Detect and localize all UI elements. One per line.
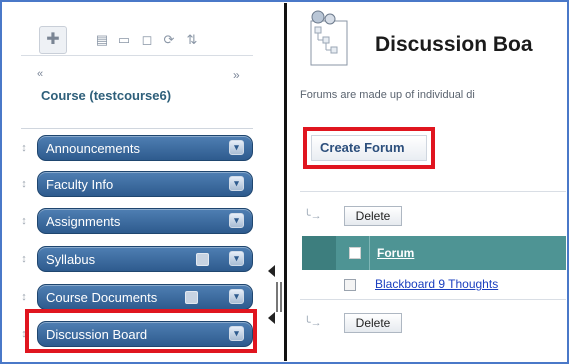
menu-pill[interactable]: Course Documents ▾ bbox=[37, 284, 253, 310]
select-all-checkbox[interactable] bbox=[349, 247, 361, 259]
menu-item-label: Announcements bbox=[46, 141, 140, 156]
row-checkbox[interactable] bbox=[344, 279, 356, 291]
folder-view-icon[interactable]: ▭ bbox=[115, 31, 133, 49]
bottom-action-bar: ╰→ Delete bbox=[302, 310, 566, 336]
menu-item-course-documents[interactable]: ↕ Course Documents ▾ bbox=[19, 284, 255, 310]
course-menu-panel: ✚ ▤ ▭ ◻ ⟳ ⇅ « » Course (testcourse6) ↕ An… bbox=[3, 3, 265, 361]
menu-item-assignments[interactable]: ↕ Assignments ▾ bbox=[19, 208, 255, 234]
course-menu-toolbar: ✚ ▤ ▭ ◻ ⟳ ⇅ bbox=[23, 25, 265, 55]
drag-handle-icon[interactable]: ↕ bbox=[19, 140, 29, 156]
collapse-left-triangle-icon[interactable] bbox=[268, 265, 275, 277]
window-icon[interactable]: ◻ bbox=[138, 31, 156, 49]
content-badge-icon bbox=[196, 253, 209, 266]
menu-item-label: Course Documents bbox=[46, 290, 158, 305]
menu-item-syllabus[interactable]: ↕ Syllabus ▾ bbox=[19, 246, 255, 272]
delete-button-bottom[interactable]: Delete bbox=[344, 313, 402, 333]
plus-icon[interactable]: ✚ bbox=[39, 26, 67, 54]
menu-item-label: Faculty Info bbox=[46, 177, 114, 192]
chevron-down-icon[interactable]: ▾ bbox=[229, 289, 244, 304]
menu-item-label: Assignments bbox=[46, 214, 121, 229]
collapse-up-icon[interactable]: « bbox=[37, 68, 43, 80]
top-action-bar: ╰→ Delete bbox=[302, 203, 566, 229]
menu-pill[interactable]: Syllabus ▾ bbox=[37, 246, 253, 272]
forum-table-header: Forum bbox=[302, 236, 566, 270]
sort-icon[interactable]: ⇅ bbox=[183, 31, 201, 49]
collapse-left-triangle-icon-2[interactable] bbox=[268, 312, 275, 324]
course-title[interactable]: Course (testcourse6) bbox=[41, 87, 241, 104]
list-view-icon[interactable]: ▤ bbox=[93, 31, 111, 49]
chevron-down-icon[interactable]: ▾ bbox=[229, 251, 244, 266]
forum-column-header[interactable]: Forum bbox=[377, 246, 414, 260]
menu-pill[interactable]: Faculty Info ▾ bbox=[37, 171, 253, 197]
content-badge-icon bbox=[185, 291, 198, 304]
discussion-board-highlight bbox=[25, 309, 257, 353]
chevron-down-icon[interactable]: ▾ bbox=[229, 140, 244, 155]
drag-handle-icon[interactable]: ↕ bbox=[19, 251, 29, 267]
forum-link[interactable]: Blackboard 9 Thoughts bbox=[375, 277, 498, 291]
page-title: Discussion Boa bbox=[375, 33, 533, 56]
header-divider bbox=[369, 236, 370, 270]
delete-button-top[interactable]: Delete bbox=[344, 206, 402, 226]
chevron-down-icon[interactable]: ▾ bbox=[229, 176, 244, 191]
page-description: Forums are made up of individual di bbox=[300, 89, 475, 101]
corner-arrow-icon: ╰→ bbox=[304, 210, 322, 222]
drag-handle-icon[interactable]: ↕ bbox=[19, 176, 29, 192]
create-forum-button[interactable]: Create Forum bbox=[311, 135, 427, 161]
refresh-icon[interactable]: ⟳ bbox=[160, 31, 178, 49]
menu-item-label: Syllabus bbox=[46, 252, 96, 267]
menu-pill[interactable]: Announcements ▾ bbox=[37, 135, 253, 161]
table-row: Blackboard 9 Thoughts bbox=[302, 273, 566, 297]
collapse-right-icon[interactable]: » bbox=[233, 68, 240, 82]
menu-pill[interactable]: Assignments ▾ bbox=[37, 208, 253, 234]
menu-item-faculty-info[interactable]: ↕ Faculty Info ▾ bbox=[19, 171, 255, 197]
header-left-cell bbox=[302, 236, 336, 270]
title-divider bbox=[21, 128, 253, 129]
discussion-board-page-icon bbox=[310, 10, 348, 66]
drag-handle-icon[interactable]: ↕ bbox=[19, 213, 29, 229]
pane-resize-handle[interactable] bbox=[276, 282, 282, 312]
table-bottom-divider bbox=[300, 299, 566, 300]
toolbar-divider bbox=[21, 55, 253, 56]
corner-arrow-icon-2: ╰→ bbox=[304, 317, 322, 329]
drag-handle-icon[interactable]: ↕ bbox=[19, 289, 29, 305]
create-forum-highlight: Create Forum bbox=[303, 127, 435, 169]
content-divider bbox=[300, 191, 566, 192]
content-panel: Discussion Boa Forums are made up of ind… bbox=[287, 3, 566, 361]
chevron-down-icon[interactable]: ▾ bbox=[229, 213, 244, 228]
menu-item-announcements[interactable]: ↕ Announcements ▾ bbox=[19, 135, 255, 161]
